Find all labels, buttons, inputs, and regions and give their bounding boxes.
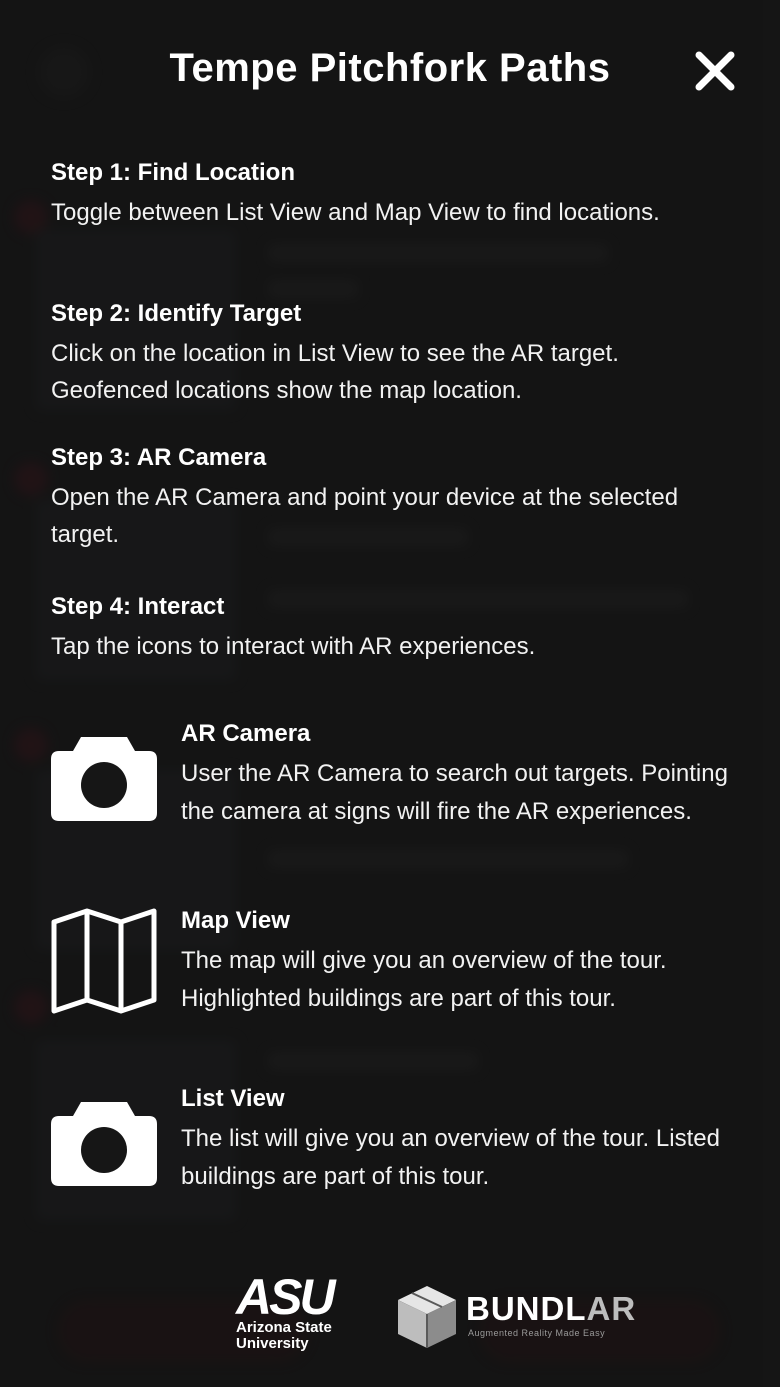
feature-body: The map will give you an overview of the… bbox=[181, 947, 667, 1012]
step-interact: Step 4: Interact Tap the icons to intera… bbox=[51, 590, 535, 665]
step-body: Toggle between List View and Map View to… bbox=[51, 199, 660, 226]
asu-name-line2: University bbox=[236, 1335, 309, 1352]
step-title: Step 1: Find Location bbox=[51, 159, 295, 186]
feature-title: AR Camera bbox=[181, 720, 311, 747]
feature-body: The list will give you an overview of th… bbox=[181, 1125, 720, 1190]
feature-title: Map View bbox=[181, 907, 290, 934]
step-title: Step 3: AR Camera bbox=[51, 444, 267, 471]
help-modal: Tempe Pitchfork Paths Step 1: Find Locat… bbox=[0, 0, 780, 1387]
feature-body: User the AR Camera to search out targets… bbox=[181, 760, 728, 825]
asu-mark: ASU bbox=[236, 1269, 336, 1325]
modal-title: Tempe Pitchfork Paths bbox=[169, 46, 611, 90]
step-find-location: Step 1: Find Location Toggle between Lis… bbox=[51, 156, 660, 231]
feature-title: List View bbox=[181, 1085, 285, 1112]
step-body: Tap the icons to interact with AR experi… bbox=[51, 633, 536, 660]
asu-name-line1: Arizona State bbox=[236, 1319, 332, 1336]
close-button[interactable] bbox=[690, 46, 740, 96]
step-body: Open the AR Camera and point your device… bbox=[51, 484, 679, 548]
map-icon bbox=[51, 908, 157, 1014]
camera-icon bbox=[51, 733, 157, 823]
step-ar-camera: Step 3: AR Camera Open the AR Camera and… bbox=[51, 441, 741, 553]
step-body: Click on the location in List View to se… bbox=[51, 340, 619, 404]
bundlar-cube-icon bbox=[398, 1286, 456, 1348]
bundlar-wordmark: BUNDLAR bbox=[466, 1290, 637, 1327]
bundlar-logo: BUNDLAR Augmented Reality Made Easy bbox=[396, 1282, 635, 1352]
bundlar-tagline: Augmented Reality Made Easy bbox=[468, 1328, 606, 1338]
camera-icon bbox=[51, 1098, 157, 1188]
footer-logos: ASU Arizona State University BUNDLAR Aug… bbox=[0, 1272, 780, 1362]
step-title: Step 2: Identify Target bbox=[51, 300, 302, 327]
step-title: Step 4: Interact bbox=[51, 593, 225, 620]
step-identify-target: Step 2: Identify Target Click on the loc… bbox=[51, 297, 741, 409]
close-icon bbox=[695, 51, 735, 91]
asu-logo: ASU Arizona State University bbox=[236, 1269, 340, 1352]
